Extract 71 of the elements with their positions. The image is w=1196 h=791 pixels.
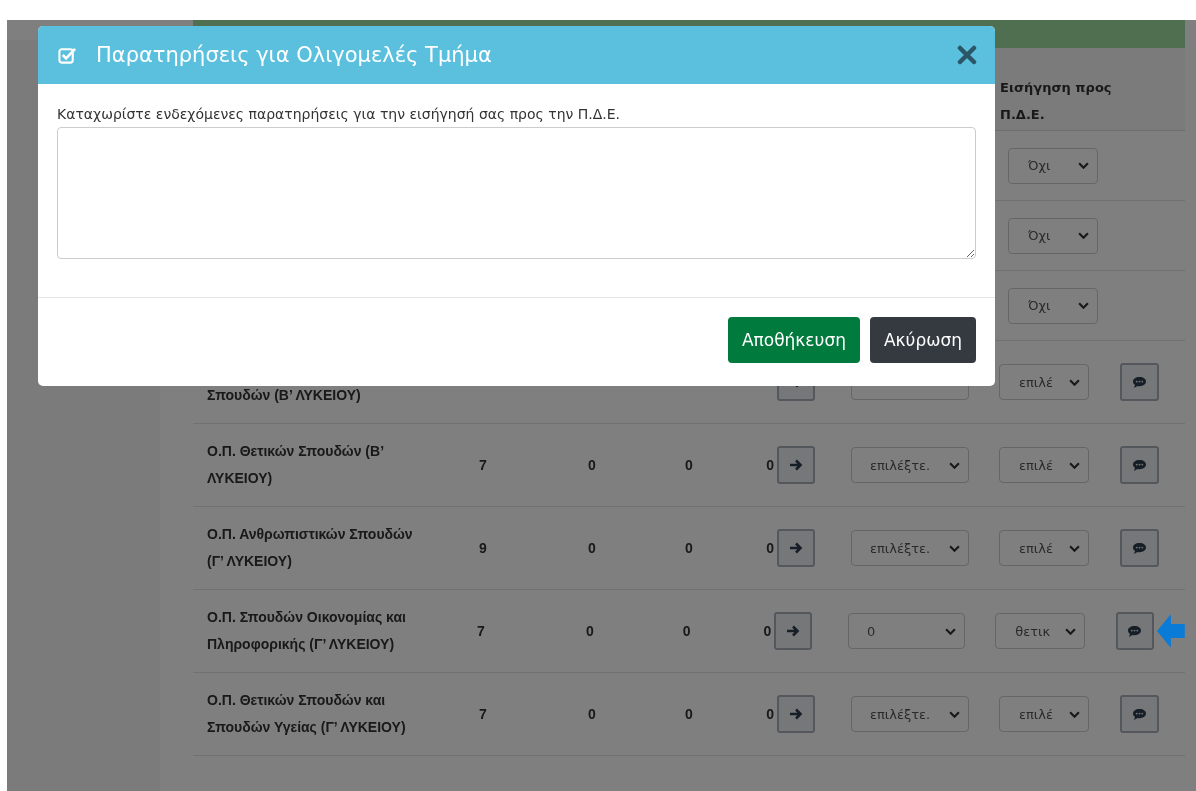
comment-button[interactable] <box>1115 612 1155 650</box>
close-icon <box>957 45 977 65</box>
dialog-title: Παρατηρήσεις για Ολιγομελές Τμήμα <box>96 43 493 67</box>
count-value: 7 <box>477 623 485 639</box>
recommendation-dropdown[interactable]: Όχι <box>1008 217 1098 254</box>
close-button[interactable] <box>957 45 977 65</box>
placement-dropdown[interactable]: επιλέξτε. <box>851 696 969 732</box>
recommendation-dropdown[interactable]: Όχι <box>1008 287 1098 324</box>
chevron-down-icon <box>1069 710 1080 718</box>
recommendation-dropdown[interactable]: επιλέ <box>999 696 1089 732</box>
placement-dropdown[interactable]: επιλέξτε. <box>851 530 969 566</box>
transfer-button[interactable] <box>777 695 815 733</box>
chevron-down-icon <box>949 710 960 718</box>
chevron-down-icon <box>1078 162 1089 169</box>
speech-bubble-icon <box>1132 541 1147 555</box>
speech-bubble-icon <box>1132 375 1147 389</box>
chevron-down-icon <box>1069 378 1080 386</box>
transfer-button[interactable] <box>777 529 815 567</box>
transfer-button[interactable] <box>777 446 815 484</box>
chevron-down-icon <box>1069 544 1080 552</box>
count-value: 0 <box>685 457 693 473</box>
speech-bubble-icon <box>1127 624 1143 638</box>
chevron-down-icon <box>949 544 960 552</box>
class-name: Ο.Π. Ανθρωπιστικών Σπουδών (Γ’ ΛΥΚΕΙΟΥ) <box>207 526 413 569</box>
class-name: Ο.Π. Θετικών Σπουδών και Σπουδών Υγείας (Γ’ ΛΥΚΕΙΟΥ) <box>207 692 406 735</box>
count-value: 0 <box>685 706 693 722</box>
chevron-down-icon <box>945 627 957 635</box>
arrow-right-icon <box>789 458 803 472</box>
chevron-down-icon <box>1069 461 1080 469</box>
comment-button[interactable] <box>1120 363 1159 401</box>
count-value: 7 <box>479 457 487 473</box>
recommendation-dropdown[interactable]: επιλέ <box>999 447 1089 483</box>
count-value: 0 <box>685 540 693 556</box>
chevron-down-icon <box>1064 627 1076 635</box>
chevron-down-icon <box>949 461 960 469</box>
count-value: 0 <box>682 623 691 639</box>
class-name: Ο.Π. Θετικών Σπουδών (Β’ ΛΥΚΕΙΟΥ) <box>207 443 384 486</box>
comment-button[interactable] <box>1120 695 1159 733</box>
recommendation-dropdown[interactable]: Όχι <box>1008 147 1098 184</box>
placement-dropdown[interactable]: 0 <box>848 613 966 649</box>
count-value: 0 <box>763 623 772 639</box>
speech-bubble-icon <box>1132 707 1147 721</box>
arrow-right-icon <box>789 707 803 721</box>
count-value: 7 <box>479 706 487 722</box>
save-button[interactable]: Αποθήκευση <box>727 317 860 363</box>
count-value: 0 <box>766 540 774 556</box>
chevron-down-icon <box>1078 232 1089 239</box>
count-value: 0 <box>588 540 596 556</box>
count-value: 9 <box>479 540 487 556</box>
recommendation-dropdown[interactable]: επιλέ <box>999 530 1089 566</box>
checkbox-icon <box>58 45 77 65</box>
speech-bubble-icon <box>1132 458 1147 472</box>
recommendation-dropdown[interactable]: θετικ <box>995 613 1085 649</box>
field-label: Καταχωρίστε ενδεχόμενες παρατηρήσεις για την εισήγησή σας προς την Π.Δ.Ε. <box>57 106 622 122</box>
column-header: Εισήγηση προς Π.Δ.Ε. <box>1000 79 1113 124</box>
count-value: 0 <box>766 706 774 722</box>
count-value: 0 <box>588 706 596 722</box>
comment-button[interactable] <box>1120 529 1159 567</box>
count-value: 0 <box>588 457 596 473</box>
chevron-down-icon <box>1078 302 1089 309</box>
recommendation-dropdown[interactable]: επιλέ <box>999 364 1089 400</box>
count-value: 0 <box>585 623 594 639</box>
class-name: Σπουδών (Β’ ΛΥΚΕΙΟΥ) <box>207 387 361 403</box>
placement-dropdown[interactable]: επιλέξτε. <box>851 447 969 483</box>
count-value: 0 <box>766 457 774 473</box>
cancel-button[interactable]: Ακύρωση <box>869 317 976 363</box>
arrow-right-icon <box>789 541 803 555</box>
transfer-button[interactable] <box>774 612 813 650</box>
class-name: Ο.Π. Σπουδών Οικονομίας και Πληροφορικής (Γ’ ΛΥΚΕΙΟΥ) <box>207 609 406 652</box>
arrow-right-icon <box>786 624 801 638</box>
comment-button[interactable] <box>1120 446 1159 484</box>
